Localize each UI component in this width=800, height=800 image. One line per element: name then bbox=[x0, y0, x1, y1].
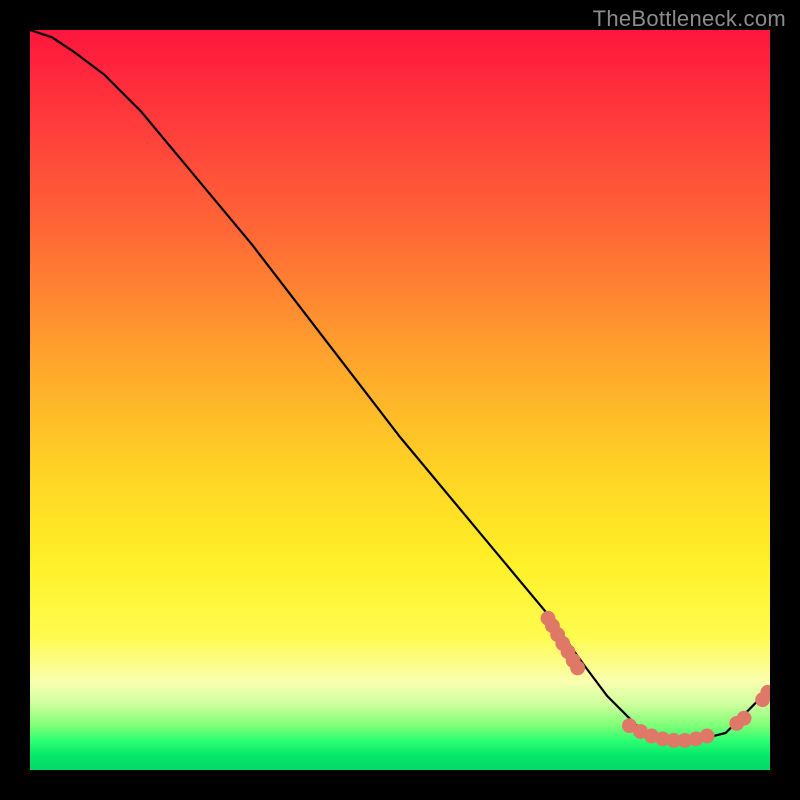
bottleneck-curve bbox=[30, 30, 770, 740]
attribution-text: TheBottleneck.com bbox=[593, 6, 786, 32]
highlight-points bbox=[541, 611, 770, 748]
plot-area bbox=[30, 30, 770, 770]
highlight-point bbox=[700, 729, 715, 744]
curve-layer bbox=[30, 30, 770, 770]
highlight-point bbox=[570, 660, 585, 675]
chart-frame: TheBottleneck.com bbox=[0, 0, 800, 800]
highlight-point bbox=[737, 711, 752, 726]
